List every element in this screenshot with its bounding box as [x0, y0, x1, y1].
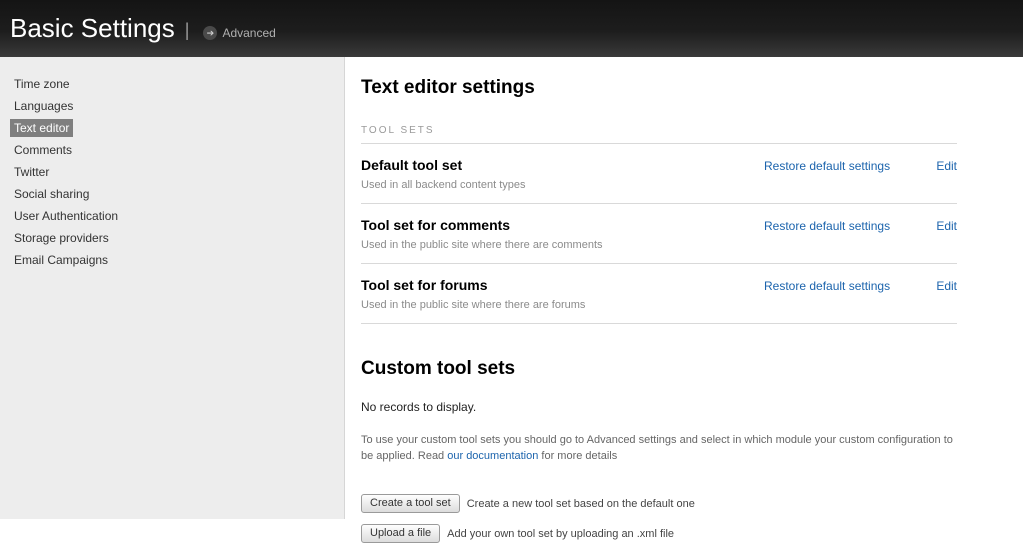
toolset-description: Used in the public site where there are … [361, 299, 586, 311]
sidebar-item-social-sharing[interactable]: Social sharing [10, 185, 93, 203]
edit-link[interactable]: Edit [936, 279, 957, 293]
advanced-link[interactable]: ➔ Advanced [203, 25, 276, 40]
create-tool-set-button[interactable]: Create a tool set [361, 494, 460, 513]
toolset-row-comments: Tool set for comments Used in the public… [361, 204, 957, 264]
advanced-arrow-icon: ➔ [203, 25, 218, 40]
header: Basic Settings | ➔ Advanced [0, 0, 1023, 57]
toolset-actions: Restore default settings Edit [764, 217, 957, 233]
text-editor-settings-title: Text editor settings [361, 77, 535, 98]
toolset-name: Tool set for comments [361, 217, 511, 233]
toolset-actions: Restore default settings Edit [764, 277, 957, 293]
page-title: Basic Settings [10, 13, 175, 43]
create-tool-set-line: Create a tool set Create a new tool set … [361, 494, 957, 513]
sidebar-item-time-zone[interactable]: Time zone [10, 75, 74, 93]
advanced-label: Advanced [222, 25, 276, 40]
toolset-description: Used in all backend content types [361, 179, 526, 191]
upload-file-line: Upload a file Add your own tool set by u… [361, 524, 957, 543]
edit-link[interactable]: Edit [936, 219, 957, 233]
no-records-text: No records to display. [361, 400, 477, 414]
restore-default-settings-link[interactable]: Restore default settings [764, 219, 890, 233]
main-content: Text editor settings TOOL SETS Default t… [345, 57, 1023, 543]
sidebar-item-storage-providers[interactable]: Storage providers [10, 229, 113, 247]
sidebar-item-comments[interactable]: Comments [10, 141, 76, 159]
upload-file-hint: Add your own tool set by uploading an .x… [447, 527, 675, 540]
sidebar-item-text-editor[interactable]: Text editor [10, 119, 74, 137]
body: Time zone Languages Text editor Comments… [0, 57, 1023, 543]
custom-tool-sets-section: Custom tool sets No records to display. … [361, 358, 957, 543]
info-text-post: for more details [538, 450, 618, 462]
toolset-actions: Restore default settings Edit [764, 157, 957, 173]
toolset-info: Tool set for comments Used in the public… [361, 217, 764, 251]
sidebar-item-user-authentication[interactable]: User Authentication [10, 207, 122, 225]
edit-link[interactable]: Edit [936, 159, 957, 173]
toolset-description: Used in the public site where there are … [361, 239, 603, 251]
upload-file-button[interactable]: Upload a file [361, 524, 441, 543]
sidebar-item-email-campaigns[interactable]: Email Campaigns [10, 251, 112, 269]
create-tool-set-hint: Create a new tool set based on the defau… [466, 497, 695, 510]
toolset-name: Default tool set [361, 157, 463, 173]
header-separator: | [184, 20, 190, 40]
tool-sets-group-label: TOOL SETS [361, 125, 957, 144]
custom-tool-sets-title: Custom tool sets [361, 358, 516, 379]
toolset-info: Tool set for forums Used in the public s… [361, 277, 764, 311]
restore-default-settings-link[interactable]: Restore default settings [764, 279, 890, 293]
toolset-row-forums: Tool set for forums Used in the public s… [361, 264, 957, 324]
toolset-name: Tool set for forums [361, 277, 488, 293]
restore-default-settings-link[interactable]: Restore default settings [764, 159, 890, 173]
sidebar-item-twitter[interactable]: Twitter [10, 163, 53, 181]
toolset-info: Default tool set Used in all backend con… [361, 157, 764, 191]
page: Basic Settings | ➔ Advanced Time zone La… [0, 0, 1023, 543]
sidebar: Time zone Languages Text editor Comments… [0, 57, 345, 519]
custom-info-text: To use your custom tool sets you should … [361, 432, 957, 464]
toolset-row-default: Default tool set Used in all backend con… [361, 144, 957, 204]
our-documentation-link[interactable]: our documentation [447, 450, 538, 462]
sidebar-item-languages[interactable]: Languages [10, 97, 77, 115]
